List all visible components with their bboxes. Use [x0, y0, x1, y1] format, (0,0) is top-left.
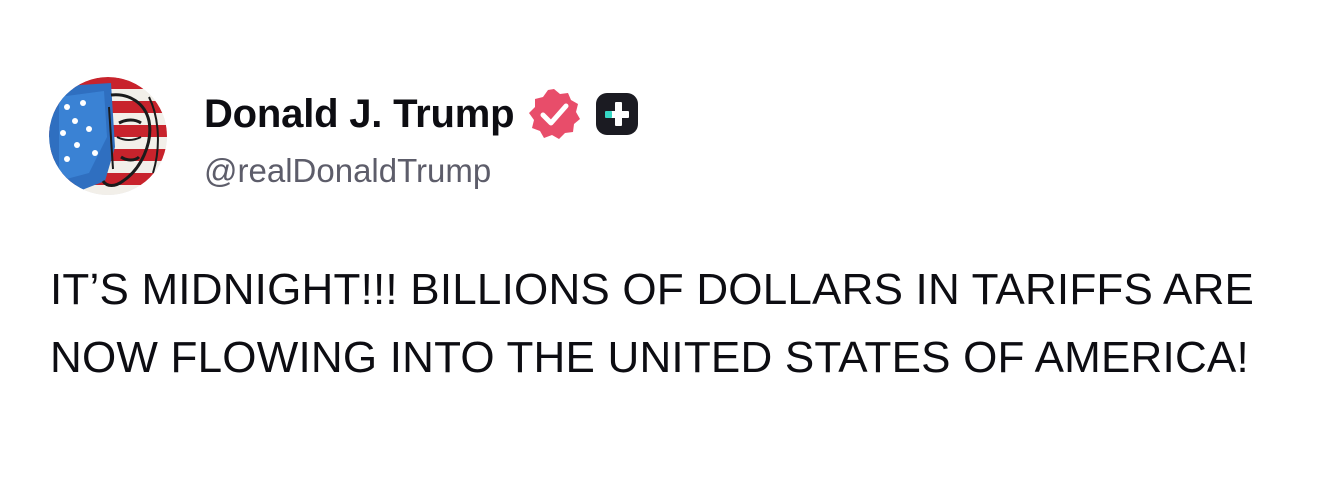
avatar[interactable]: [49, 77, 167, 195]
author-handle[interactable]: @realDonaldTrump: [204, 152, 491, 190]
verified-badge-icon: [526, 86, 582, 142]
flag-portrait-icon: [49, 77, 167, 195]
plus-badge-icon: [594, 91, 640, 137]
author-name-row: Donald J. Trump: [204, 88, 640, 140]
post-card: Donald J. Trump @realDonaldTrump IT’S MI…: [0, 0, 1320, 495]
author-display-name[interactable]: Donald J. Trump: [204, 92, 515, 137]
post-text: IT’S MIDNIGHT!!! BILLIONS OF DOLLARS IN …: [50, 265, 1255, 382]
